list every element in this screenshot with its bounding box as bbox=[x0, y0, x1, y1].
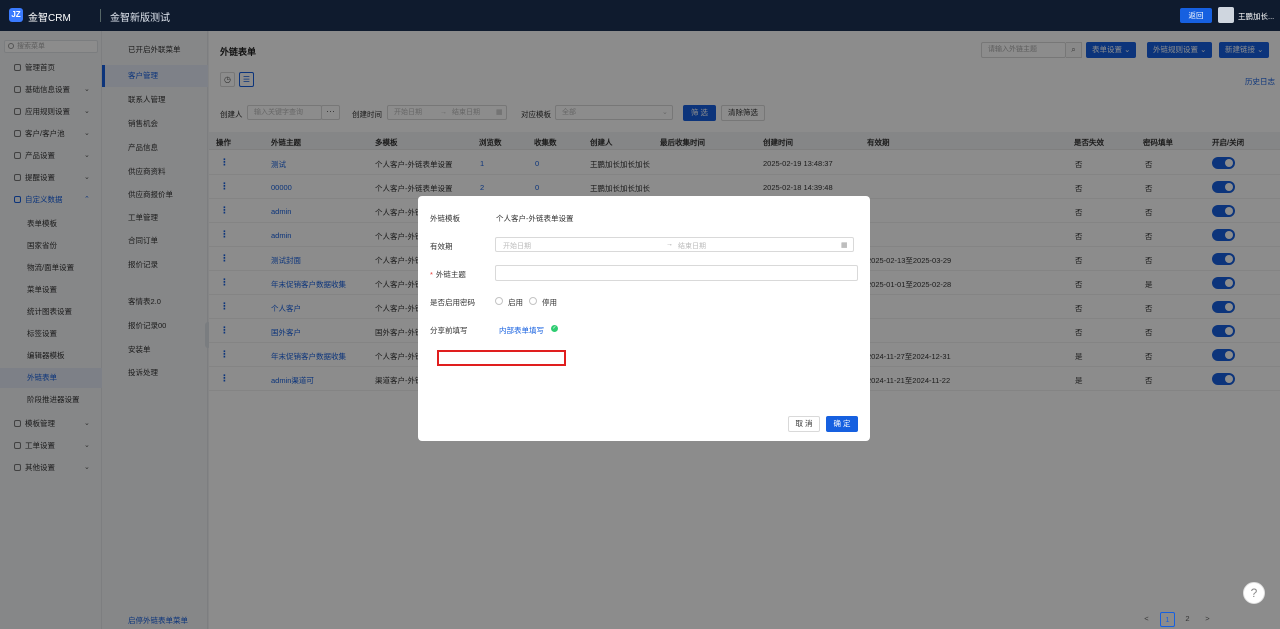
subject-input[interactable] bbox=[495, 265, 858, 281]
highlight-box bbox=[437, 350, 566, 366]
next-page-button[interactable]: > bbox=[1200, 612, 1215, 627]
back-button[interactable]: 返回 bbox=[1180, 8, 1212, 23]
user-name[interactable]: 王鹏加长... bbox=[1238, 11, 1274, 22]
share-label: 分享前填写 bbox=[430, 326, 468, 335]
arrow-right-icon: → bbox=[666, 241, 673, 248]
cancel-button[interactable]: 取 消 bbox=[788, 416, 820, 432]
confirm-button[interactable]: 确 定 bbox=[826, 416, 858, 432]
prev-page-button[interactable]: < bbox=[1139, 612, 1154, 627]
validity-label: 有效期 bbox=[430, 242, 453, 251]
avatar[interactable] bbox=[1218, 7, 1234, 23]
app-brand: 金智CRM bbox=[28, 13, 71, 24]
tenant-name: 金智新版测试 bbox=[110, 13, 170, 24]
password-label: 是否启用密码 bbox=[430, 298, 475, 307]
validity-range-input[interactable]: 开始日期 → 结束日期 ▦ bbox=[495, 237, 854, 252]
subject-label-text: 外链主题 bbox=[435, 270, 466, 279]
template-value: 个人客户-外链表单设置 bbox=[496, 214, 574, 223]
help-icon[interactable]: ? bbox=[1243, 582, 1265, 604]
page-button-2[interactable]: 2 bbox=[1180, 612, 1195, 627]
divider bbox=[100, 9, 101, 22]
calendar-icon: ▦ bbox=[841, 242, 848, 249]
disable-radio[interactable] bbox=[529, 297, 537, 305]
subject-label: * 外链主题 bbox=[430, 269, 466, 280]
page-button-1[interactable]: 1 bbox=[1160, 612, 1175, 627]
external-link-modal: 外链模板 个人客户-外链表单设置 有效期 开始日期 → 结束日期 ▦ * 外链主题… bbox=[418, 196, 870, 441]
required-mark: * bbox=[430, 270, 433, 279]
enable-radio[interactable] bbox=[495, 297, 503, 305]
check-circle-icon: ✓ bbox=[551, 325, 558, 332]
enable-radio-label[interactable]: 启用 bbox=[508, 297, 523, 308]
app-logo-icon: JZ bbox=[9, 8, 23, 22]
end-date-placeholder: 结束日期 bbox=[678, 243, 706, 250]
top-bar: JZ 金智CRM 金智新版测试 返回 王鹏加长... bbox=[0, 0, 1280, 31]
internal-form-link[interactable]: 内部表单填写 bbox=[499, 325, 544, 336]
disable-radio-label[interactable]: 停用 bbox=[542, 297, 557, 308]
template-label: 外链模板 bbox=[430, 214, 460, 223]
start-date-placeholder: 开始日期 bbox=[503, 243, 531, 250]
